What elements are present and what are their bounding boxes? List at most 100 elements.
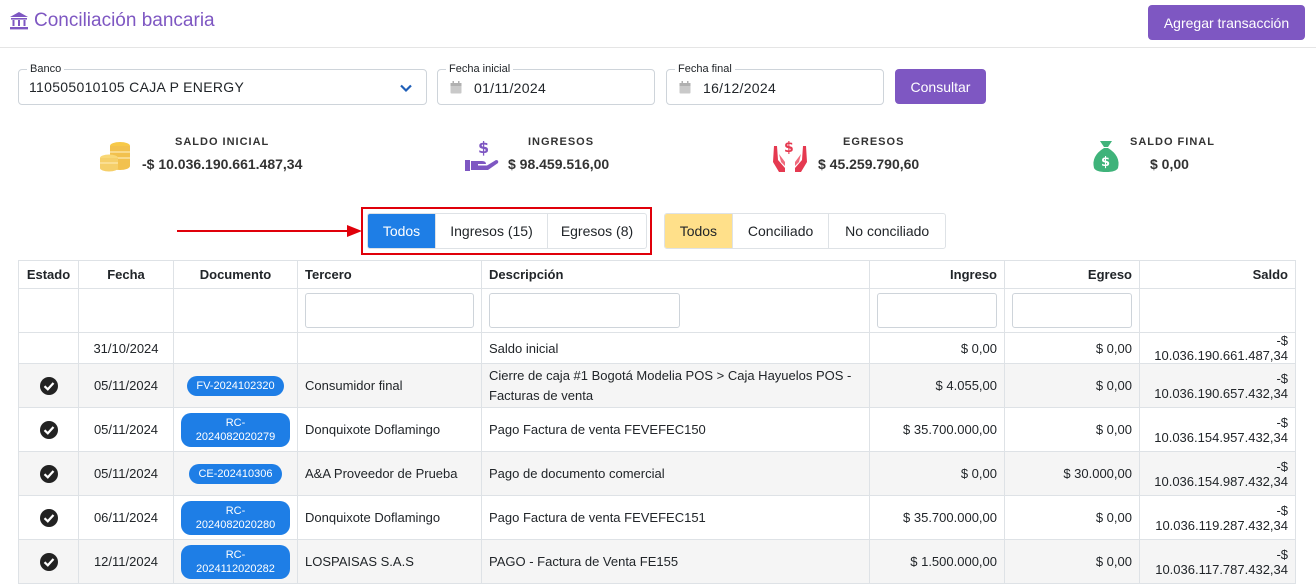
calendar-icon: [450, 81, 462, 94]
col-fecha[interactable]: Fecha: [78, 260, 174, 289]
cell-egreso: $ 30.000,00: [1004, 451, 1140, 496]
cell-tercero: LOSPAISAS S.A.S: [297, 539, 482, 584]
cell-ingreso: $ 0,00: [869, 451, 1005, 496]
start-date-value: 01/11/2024: [474, 80, 547, 96]
table-row: 06/11/2024 RC-2024082020280 Donquixote D…: [18, 495, 1296, 540]
filter-cell-descripcion: [481, 288, 870, 333]
chevron-down-icon[interactable]: [400, 82, 412, 94]
cell-estado: [18, 539, 79, 584]
cell-fecha: 06/11/2024: [78, 495, 174, 540]
summary-saldo-final: $ SALDO FINAL $ 0,00: [1088, 134, 1248, 180]
cell-egreso: $ 0,00: [1004, 495, 1140, 540]
cell-documento: RC-2024082020280: [173, 495, 298, 540]
saldo-final-value: $ 0,00: [1150, 156, 1189, 172]
filter-cell-empty: [1139, 288, 1296, 333]
cell-estado: [18, 451, 79, 496]
ingresos-value: $ 98.459.516,00: [508, 156, 610, 172]
transactions-table: Estado Fecha Documento Tercero Descripci…: [18, 260, 1296, 584]
summary-ingresos: $ INGRESOS $ 98.459.516,00: [464, 134, 664, 180]
cell-ingreso: $ 35.700.000,00: [869, 495, 1005, 540]
page-header: Conciliación bancaria Agregar transacció…: [0, 0, 1316, 48]
col-egreso[interactable]: Egreso: [1004, 260, 1140, 289]
table-header-row: Estado Fecha Documento Tercero Descripci…: [18, 260, 1296, 289]
table-row: 12/11/2024 RC-2024112020282 LOSPAISAS S.…: [18, 539, 1296, 584]
end-date-field[interactable]: Fecha final 16/12/2024: [666, 62, 884, 105]
coins-icon: [100, 142, 130, 172]
consult-button[interactable]: Consultar: [895, 69, 986, 104]
cell-estado: [18, 363, 79, 408]
cell-tercero: Consumidor final: [297, 363, 482, 408]
add-transaction-button[interactable]: Agregar transacción: [1148, 5, 1305, 40]
document-badge[interactable]: RC-2024082020280: [181, 500, 290, 535]
cell-saldo: -$ 10.036.119.287.432,34: [1139, 495, 1296, 540]
svg-text:$: $: [1101, 155, 1110, 170]
type-filter-todos[interactable]: Todos: [368, 214, 436, 248]
cell-tercero: Donquixote Doflamingo: [297, 495, 482, 540]
hand-dollar-icon: $: [465, 138, 499, 171]
col-descripcion[interactable]: Descripción: [481, 260, 870, 289]
status-filter-no-conciliado[interactable]: No conciliado: [829, 214, 945, 248]
money-bag-icon: $: [1093, 141, 1119, 172]
start-date-field[interactable]: Fecha inicial 01/11/2024: [437, 62, 655, 105]
cell-ingreso: $ 1.500.000,00: [869, 539, 1005, 584]
cell-fecha: 05/11/2024: [78, 451, 174, 496]
check-circle-icon[interactable]: [39, 420, 58, 439]
end-date-label: Fecha final: [675, 62, 735, 76]
document-badge[interactable]: CE-202410306: [189, 463, 282, 484]
cell-saldo: -$ 10.036.154.987.432,34: [1139, 451, 1296, 496]
filter-cell-tercero: [297, 288, 482, 333]
document-badge[interactable]: RC-2024082020279: [181, 412, 290, 447]
check-circle-icon[interactable]: [39, 552, 58, 571]
cell-saldo: -$ 10.036.190.661.487,34: [1139, 332, 1296, 364]
bank-select[interactable]: Banco 110505010105 CAJA P ENERGY: [18, 62, 427, 105]
page-title-text: Conciliación bancaria: [34, 10, 215, 31]
bank-label: Banco: [27, 62, 65, 76]
check-circle-icon[interactable]: [39, 508, 58, 527]
saldo-final-label: SALDO FINAL: [1130, 136, 1215, 148]
type-filter-ingresos[interactable]: Ingresos (15): [436, 214, 548, 248]
cell-descripcion: Saldo inicial: [481, 332, 870, 364]
filter-cell-ingreso: [869, 288, 1005, 333]
filter-cell-egreso: [1004, 288, 1140, 333]
start-date-label: Fecha inicial: [446, 62, 514, 76]
status-filter-conciliado[interactable]: Conciliado: [733, 214, 830, 248]
tercero-filter-input[interactable]: [305, 293, 474, 328]
document-badge[interactable]: RC-2024112020282: [181, 544, 290, 579]
check-circle-icon[interactable]: [39, 376, 58, 395]
table-row: 05/11/2024 RC-2024082020279 Donquixote D…: [18, 407, 1296, 452]
cell-fecha: 05/11/2024: [78, 363, 174, 408]
cell-ingreso: $ 35.700.000,00: [869, 407, 1005, 452]
saldo-inicial-label: SALDO INICIAL: [175, 136, 270, 148]
cell-fecha: 05/11/2024: [78, 407, 174, 452]
check-circle-icon[interactable]: [39, 464, 58, 483]
document-badge[interactable]: FV-2024102320: [187, 375, 284, 396]
col-estado[interactable]: Estado: [18, 260, 79, 289]
cell-descripcion: PAGO - Factura de Venta FE155: [481, 539, 870, 584]
svg-text:$: $: [478, 138, 489, 157]
cell-descripcion: Pago de documento comercial: [481, 451, 870, 496]
filter-cell-empty: [78, 288, 174, 333]
col-saldo[interactable]: Saldo: [1139, 260, 1296, 289]
col-documento[interactable]: Documento: [173, 260, 298, 289]
descripcion-filter-input[interactable]: [489, 293, 680, 328]
cell-descripcion: Pago Factura de venta FEVEFEC151: [481, 495, 870, 540]
cell-tercero: [297, 332, 482, 364]
col-tercero[interactable]: Tercero: [297, 260, 482, 289]
egreso-filter-input[interactable]: [1012, 293, 1132, 328]
type-filter-egresos[interactable]: Egresos (8): [548, 214, 646, 248]
end-date-value: 16/12/2024: [703, 80, 777, 96]
cell-ingreso: $ 0,00: [869, 332, 1005, 364]
filter-cell-empty: [18, 288, 79, 333]
col-ingreso[interactable]: Ingreso: [869, 260, 1005, 289]
ingreso-filter-input[interactable]: [877, 293, 997, 328]
egresos-value: $ 45.259.790,60: [818, 156, 920, 172]
cell-fecha: 31/10/2024: [78, 332, 174, 364]
page-title: Conciliación bancaria: [9, 10, 215, 32]
cell-documento: CE-202410306: [173, 451, 298, 496]
cell-documento: RC-2024112020282: [173, 539, 298, 584]
ingresos-label: INGRESOS: [528, 136, 595, 148]
type-filter-group: Todos Ingresos (15) Egresos (8): [367, 213, 647, 249]
cell-documento: [173, 332, 298, 364]
filter-cell-empty: [173, 288, 298, 333]
status-filter-todos[interactable]: Todos: [665, 214, 733, 248]
